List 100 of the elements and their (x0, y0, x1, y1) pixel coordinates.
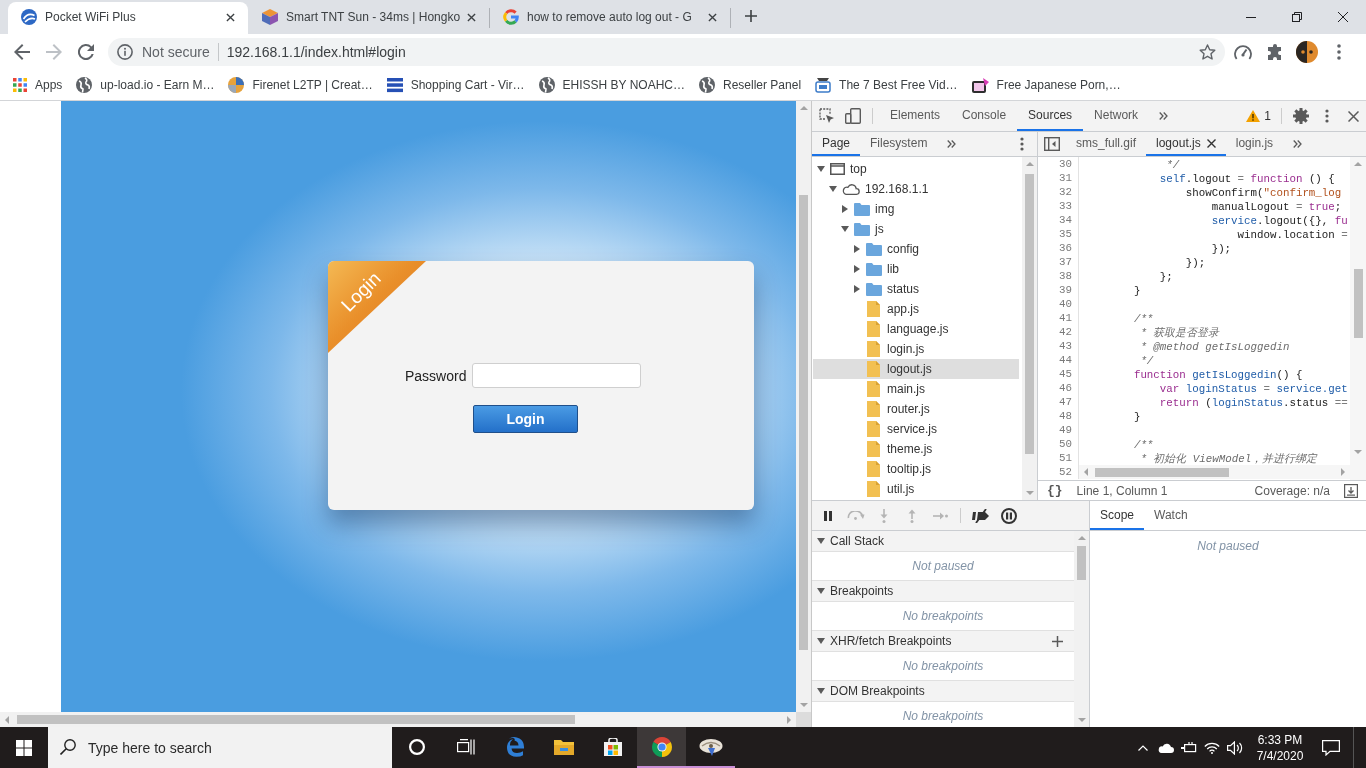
clock-button[interactable]: 6:33 PM 7/4/2020 (1246, 727, 1314, 768)
gauge-icon[interactable] (1234, 44, 1252, 60)
login-button[interactable]: Login (473, 405, 578, 433)
task-view-icon[interactable] (456, 738, 475, 755)
triangle-icon[interactable] (829, 186, 837, 192)
browser-tab[interactable]: Smart TNT Sun - 34ms | Hongko (249, 2, 489, 34)
tree-item[interactable]: status (813, 279, 1019, 299)
triangle-icon[interactable] (817, 688, 825, 694)
triangle-icon[interactable] (817, 638, 825, 644)
triangle-icon[interactable] (817, 538, 825, 544)
tree-item[interactable]: config (813, 239, 1019, 259)
tree-item[interactable]: service.js (813, 419, 1019, 439)
scrollbar[interactable] (1022, 157, 1037, 500)
tree-item[interactable]: img (813, 199, 1019, 219)
device-icon[interactable] (845, 108, 861, 124)
browser-tab[interactable]: how to remove auto log out - G (490, 2, 730, 34)
plus-icon[interactable] (1052, 635, 1063, 647)
wifi-icon[interactable] (1203, 741, 1220, 754)
file-tab[interactable]: login.js (1225, 132, 1284, 156)
double-chevron-icon[interactable] (1293, 140, 1303, 148)
inspect-element-icon[interactable] (819, 108, 835, 124)
scrollbar[interactable] (1074, 531, 1089, 727)
tree-item[interactable]: main.js (813, 379, 1019, 399)
triangle-icon[interactable] (817, 166, 825, 172)
tree-item[interactable]: 192.168.1.1 (813, 179, 1019, 199)
scrollbar[interactable] (1079, 465, 1350, 479)
bookmark[interactable]: Shopping Cart - Vir… (386, 77, 525, 93)
panel-tab[interactable]: Network (1083, 101, 1150, 131)
navigator-tab[interactable]: Filesystem (860, 132, 938, 156)
star-icon[interactable] (1199, 44, 1216, 60)
bookmark[interactable]: Reseller Panel (699, 77, 802, 93)
bookmark[interactable]: Free Japanese Porn,… (971, 77, 1121, 93)
section-header[interactable]: XHR/fetch Breakpoints (812, 631, 1074, 652)
tree-item[interactable]: router.js (813, 399, 1019, 419)
double-chevron-icon[interactable] (947, 140, 957, 148)
address-bar[interactable]: Not secure 192.168.1.1/index.html#login (108, 38, 1225, 66)
scrollbar[interactable] (1350, 157, 1366, 480)
back-arrow-icon[interactable] (14, 44, 30, 60)
bookmark[interactable]: EHISSH BY NOAHC… (538, 77, 685, 93)
puzzle-icon[interactable] (1267, 44, 1283, 60)
triangle-icon[interactable] (854, 285, 860, 293)
ring-icon[interactable] (408, 738, 425, 755)
notification-icon[interactable] (1322, 739, 1340, 756)
restore-icon[interactable] (1292, 12, 1302, 22)
tree-item[interactable]: js (813, 219, 1019, 239)
scrollbar[interactable] (0, 712, 796, 727)
security-chip[interactable]: Not secure (117, 44, 210, 60)
pretty-print-button[interactable]: {} (1047, 483, 1063, 498)
tree-item[interactable]: app.js (813, 299, 1019, 319)
bookmark[interactable]: Apps (13, 78, 63, 92)
triangle-icon[interactable] (854, 245, 860, 253)
scrollbar[interactable] (796, 101, 811, 712)
section-header[interactable]: DOM Breakpoints (812, 681, 1074, 702)
settings-icon[interactable] (1293, 108, 1309, 124)
pause-on-exceptions-icon[interactable] (1001, 507, 1017, 524)
tree-item[interactable]: login.js (813, 339, 1019, 359)
close-icon[interactable] (226, 12, 235, 22)
triangle-icon[interactable] (841, 226, 849, 232)
section-header[interactable]: Call Stack (812, 531, 1074, 552)
minimize-icon[interactable] (1246, 16, 1256, 18)
reload-icon[interactable] (78, 44, 94, 60)
drawer-icon[interactable] (1344, 483, 1358, 498)
navigator-tab[interactable]: Page (812, 132, 861, 156)
warnings-button[interactable]: 1 (1242, 101, 1275, 131)
plus-icon[interactable] (745, 10, 757, 22)
close-icon[interactable] (467, 12, 476, 22)
tree-item[interactable]: lib (813, 259, 1019, 279)
sidebar-tab[interactable]: Watch (1144, 501, 1198, 530)
caret-up-icon[interactable] (1137, 744, 1148, 751)
search-field[interactable]: Type here to search (48, 727, 392, 768)
bookmark[interactable]: The 7 Best Free Vid… (815, 77, 958, 93)
sidebar-toggle-icon[interactable] (1044, 137, 1060, 151)
close-icon[interactable] (1206, 138, 1216, 148)
more-menu-icon[interactable] (1020, 137, 1024, 151)
close-icon[interactable] (1338, 12, 1348, 22)
triangle-icon[interactable] (842, 205, 848, 213)
tree-item[interactable]: logout.js (813, 359, 1019, 379)
panel-tab[interactable]: Console (951, 101, 1018, 131)
panel-tab[interactable]: Elements (879, 101, 952, 131)
more-menu-icon[interactable] (1337, 44, 1341, 60)
close-icon[interactable] (1347, 110, 1359, 122)
bookmark[interactable]: Firenet L2TP | Creat… (228, 77, 373, 93)
tree-item[interactable]: util.js (813, 479, 1019, 499)
pause-icon[interactable] (824, 510, 832, 521)
triangle-icon[interactable] (854, 265, 860, 273)
close-icon[interactable] (708, 12, 717, 22)
more-menu-icon[interactable] (1325, 109, 1329, 123)
double-chevron-icon[interactable] (1159, 112, 1169, 120)
password-field[interactable] (472, 363, 642, 388)
triangle-icon[interactable] (817, 588, 825, 594)
avatar-icon[interactable] (1296, 41, 1318, 63)
tree-item[interactable]: theme.js (813, 439, 1019, 459)
taskbar-button[interactable] (637, 727, 686, 768)
file-tab[interactable]: sms_full.gif (1066, 132, 1147, 156)
tree-item[interactable]: top (813, 159, 1019, 179)
browser-tab[interactable]: Pocket WiFi Plus (8, 2, 248, 34)
battery-plug-icon[interactable] (1180, 741, 1197, 754)
sidebar-tab[interactable]: Scope (1090, 501, 1145, 530)
deactivate-breakpoints-icon[interactable] (972, 508, 990, 523)
tree-item[interactable]: tooltip.js (813, 459, 1019, 479)
